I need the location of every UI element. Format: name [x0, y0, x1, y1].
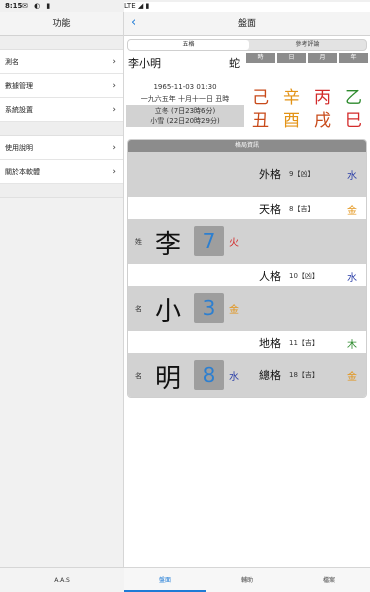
sidebar-item-label: 關於本軟體 [5, 168, 40, 176]
chevron-right-icon: › [112, 167, 116, 177]
sidebar-item-label: 系統設置 [5, 106, 33, 114]
sidebar-item-about[interactable]: 關於本軟體 › [0, 160, 123, 184]
pillar-stem-month: 丙 [314, 88, 331, 108]
status-bar: 8:15 ✉ ◐ ▮ LTE ◢ ▮ [0, 0, 370, 582]
surname-char: 李 [155, 230, 182, 260]
sidebar-item-settings[interactable]: 系統設置 › [0, 98, 123, 122]
pillar-header-hour: 時 [246, 53, 275, 63]
row-earth-grid: 地格 11【吉】 木 [128, 331, 366, 353]
pillar-branch-day: 酉 [283, 111, 300, 131]
personality-grid-label: 人格 [259, 270, 281, 283]
outer-grid-detail: 9【凶】 [289, 170, 315, 178]
pillar-branch-hour: 丑 [252, 111, 269, 131]
surname-element: 火 [229, 238, 239, 249]
bottom-tab-bar: 盤面 輔助 檔案 [124, 567, 370, 592]
pillar-branch-year: 巳 [345, 111, 362, 131]
solar-datetime: 1965-11-03 01:30 [153, 83, 217, 91]
sidebar-item-label: 使用說明 [5, 144, 33, 152]
total-grid-detail: 18【吉】 [289, 371, 319, 379]
row-surname: 姓 李 7 火 [128, 219, 366, 264]
page-title: 盤面 [237, 19, 256, 29]
sidebar-spacer [0, 122, 123, 136]
given-name-1-stroke-count: 3 [194, 293, 224, 323]
pillar-header-day: 日 [277, 53, 306, 63]
chevron-right-icon: › [112, 81, 116, 91]
row-given-name-1: 名 小 3 金 [128, 286, 366, 331]
row-heaven-grid: 天格 8【吉】 金 [128, 197, 366, 219]
chevron-right-icon: › [112, 143, 116, 153]
given-name-2-element: 水 [229, 372, 239, 383]
row-given-name-2: 名 明 8 水 總格 18【吉】 金 [128, 353, 366, 397]
lunar-datetime: 一九六五年 十月十一日 丑時 [140, 95, 230, 103]
given-name-1-element: 金 [229, 305, 239, 316]
person-info: 李小明 蛇 1965-11-03 01:30 一九六五年 十月十一日 丑時 立冬… [126, 53, 244, 129]
outer-grid-label: 外格 [259, 168, 281, 181]
nav-bar: ‹ 盤面 [124, 12, 370, 36]
sidebar-item-label: 測名 [5, 58, 19, 66]
surname-stroke-count: 7 [194, 226, 224, 256]
heaven-grid-label: 天格 [259, 203, 281, 216]
given-name-char-2: 明 [155, 364, 182, 394]
earth-grid-detail: 11【吉】 [289, 339, 319, 347]
detail-pane: ‹ 盤面 五格 參考評論 李小明 蛇 1965-11-03 01:30 一九六五… [124, 12, 370, 592]
personality-grid-detail: 10【凶】 [289, 272, 319, 280]
sidebar-footer: A.A.S [0, 567, 124, 592]
sidebar-item-label: 數據管理 [5, 82, 33, 90]
zodiac-sign: 蛇 [229, 57, 240, 70]
solar-term-2: 小雪 (22日20時29分) [150, 117, 220, 125]
sidebar: 功能 測名 › 數據管理 › 系統設置 › 使用說明 › 關於本軟體 › A.A… [0, 12, 124, 592]
given-name-tag: 名 [135, 372, 142, 380]
grid-info-panel: 格局資訊 外格 9【凶】 水 天格 8【吉】 金 姓 李 7 火 人格 10【凶… [127, 139, 367, 398]
total-grid-label: 總格 [259, 369, 281, 382]
back-icon[interactable]: ‹ [131, 15, 136, 30]
given-name-char-1: 小 [155, 297, 182, 327]
sidebar-item-help[interactable]: 使用說明 › [0, 136, 123, 160]
pillar-stem-day: 辛 [283, 88, 300, 108]
given-name-2-stroke-count: 8 [194, 360, 224, 390]
solar-term-1: 立冬 (7日23時6分) [154, 107, 216, 115]
heaven-grid-detail: 8【吉】 [289, 205, 315, 213]
four-pillars: 時 日 月 年 己 辛 丙 乙 丑 酉 戌 巳 [246, 53, 368, 131]
heaven-grid-element: 金 [347, 206, 357, 217]
outer-grid-element: 水 [347, 171, 357, 182]
total-grid-element: 金 [347, 372, 357, 383]
given-name-tag: 名 [135, 305, 142, 313]
earth-grid-element: 木 [347, 340, 357, 351]
tab-chart[interactable]: 盤面 [124, 568, 206, 592]
surname-tag: 姓 [135, 238, 142, 246]
segmented-control: 五格 參考評論 [127, 39, 367, 51]
row-outer-grid: 外格 9【凶】 水 [128, 152, 366, 197]
sidebar-item-data-management[interactable]: 數據管理 › [0, 74, 123, 98]
segment-five-grids[interactable]: 五格 [128, 40, 249, 50]
segment-reference-comments[interactable]: 參考評論 [249, 40, 366, 50]
sidebar-title: 功能 [0, 12, 123, 36]
notification-icons: ✉ ◐ ▮ [22, 2, 53, 10]
tab-files[interactable]: 檔案 [288, 568, 370, 592]
row-personality-grid: 人格 10【凶】 水 [128, 264, 366, 286]
status-time: 8:15 [5, 2, 23, 10]
panel-title: 格局資訊 [128, 140, 366, 152]
pillar-branch-month: 戌 [314, 111, 331, 131]
chevron-right-icon: › [112, 57, 116, 67]
pillar-header-month: 月 [308, 53, 337, 63]
pillar-header-year: 年 [339, 53, 368, 63]
personality-grid-element: 水 [347, 273, 357, 284]
sidebar-spacer [0, 36, 123, 50]
sidebar-item-naming[interactable]: 測名 › [0, 50, 123, 74]
pillar-stem-year: 乙 [345, 88, 362, 108]
pillar-stem-hour: 己 [252, 88, 269, 108]
person-name: 李小明 [128, 57, 161, 70]
chevron-right-icon: › [112, 105, 116, 115]
sidebar-spacer [0, 184, 123, 198]
tab-assist[interactable]: 輔助 [206, 568, 288, 592]
earth-grid-label: 地格 [259, 337, 281, 350]
